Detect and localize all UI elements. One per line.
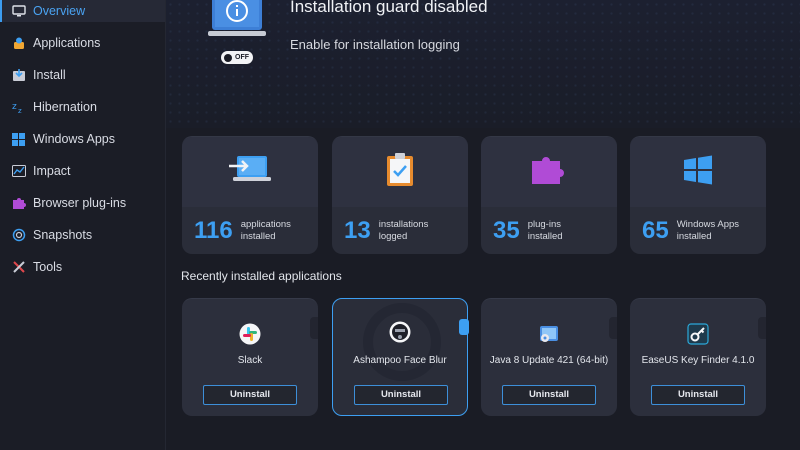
toggle-label: OFF — [235, 54, 249, 61]
sidebar-item-hibernation[interactable]: zz Hibernation — [0, 91, 165, 123]
stat-label: Windows Apps installed — [676, 219, 740, 242]
stat-card-applications[interactable]: 116 applications installed — [182, 136, 318, 254]
stat-card-header — [332, 137, 468, 207]
installation-guard-banner: OFF Installation guard disabled Enable f… — [166, 0, 800, 128]
card-side-tab — [459, 319, 469, 335]
page-title: Installation guard disabled — [290, 0, 488, 16]
uninstall-button[interactable]: Uninstall — [502, 385, 596, 405]
stat-card-windows-apps[interactable]: 65 Windows Apps installed — [630, 136, 766, 254]
sidebar-item-snapshots[interactable]: Snapshots — [0, 219, 165, 251]
puzzle-icon — [530, 155, 568, 190]
stat-label: applications installed — [240, 219, 291, 242]
toggle-knob — [224, 53, 232, 62]
stat-card-header — [630, 137, 766, 207]
svg-text:z: z — [18, 107, 22, 114]
stat-label: installations logged — [378, 219, 429, 242]
app-name: EaseUS Key Finder 4.1.0 — [641, 355, 755, 366]
sidebar-item-applications[interactable]: Applications — [0, 27, 165, 59]
stat-card-plugins[interactable]: 35 plug-ins installed — [481, 136, 617, 254]
sidebar-item-install[interactable]: Install — [0, 59, 165, 91]
install-icon — [11, 68, 26, 83]
sidebar-item-browser-plugins[interactable]: Browser plug-ins — [0, 187, 165, 219]
sidebar-item-label: Windows Apps — [33, 132, 115, 146]
sidebar-item-label: Hibernation — [33, 100, 97, 114]
svg-text:z: z — [12, 102, 17, 112]
installation-guard-toggle[interactable]: OFF — [221, 51, 253, 64]
sidebar: Overview Applications Install zz Hiberna… — [0, 0, 166, 450]
sidebar-item-label: Applications — [33, 36, 101, 50]
uninstall-button[interactable]: Uninstall — [651, 385, 745, 405]
sidebar-item-label: Browser plug-ins — [33, 196, 127, 210]
card-notch — [758, 317, 766, 339]
app-name: Java 8 Update 421 (64-bit) — [489, 355, 609, 366]
sidebar-item-impact[interactable]: Impact — [0, 155, 165, 187]
face-blur-icon — [389, 321, 411, 343]
sidebar-item-windows-apps[interactable]: Windows Apps — [0, 123, 165, 155]
sidebar-item-label: Impact — [33, 164, 71, 178]
key-icon — [687, 323, 709, 345]
card-notch — [609, 317, 617, 339]
stat-label: plug-ins installed — [527, 219, 563, 242]
stat-value: 116 — [194, 217, 233, 244]
laptop-import-icon — [229, 155, 271, 190]
clipboard-check-icon — [386, 152, 414, 192]
stat-value: 13 — [344, 217, 371, 244]
app-card-java[interactable]: Java 8 Update 421 (64-bit) Uninstall — [481, 298, 617, 416]
laptop-info-icon — [208, 0, 266, 40]
applications-icon — [11, 36, 26, 51]
app-card-easeus-key-finder[interactable]: EaseUS Key Finder 4.1.0 Uninstall — [630, 298, 766, 416]
slack-icon — [239, 323, 261, 345]
impact-icon — [11, 164, 26, 179]
app-card-ashampoo-face-blur[interactable]: Ashampoo Face Blur Uninstall — [332, 298, 469, 416]
sidebar-item-overview[interactable]: Overview — [0, 0, 165, 22]
java-icon — [538, 323, 560, 345]
sidebar-item-label: Overview — [33, 4, 86, 18]
section-title-recent: Recently installed applications — [181, 269, 342, 283]
windows-icon — [683, 155, 713, 190]
uninstall-button[interactable]: Uninstall — [354, 385, 448, 405]
sidebar-item-label: Snapshots — [33, 228, 93, 242]
card-notch — [310, 317, 318, 339]
sidebar-item-label: Install — [33, 68, 66, 82]
windows-icon — [11, 132, 26, 147]
stat-card-header — [481, 137, 617, 207]
stat-value: 35 — [493, 217, 520, 244]
snapshots-icon — [11, 228, 26, 243]
app-name: Slack — [237, 355, 263, 366]
stat-card-installations[interactable]: 13 installations logged — [332, 136, 468, 254]
sidebar-item-label: Tools — [33, 260, 63, 274]
app-name: Ashampoo Face Blur — [353, 355, 447, 366]
sleep-icon: zz — [11, 100, 26, 115]
puzzle-icon — [11, 196, 26, 211]
app-card-slack[interactable]: Slack Uninstall — [182, 298, 318, 416]
tools-icon — [11, 260, 26, 275]
sidebar-item-tools[interactable]: Tools — [0, 251, 165, 283]
monitor-icon — [11, 4, 26, 19]
stat-card-header — [182, 137, 318, 207]
uninstall-button[interactable]: Uninstall — [203, 385, 297, 405]
page-subtitle: Enable for installation logging — [290, 37, 460, 52]
stat-value: 65 — [642, 217, 669, 244]
